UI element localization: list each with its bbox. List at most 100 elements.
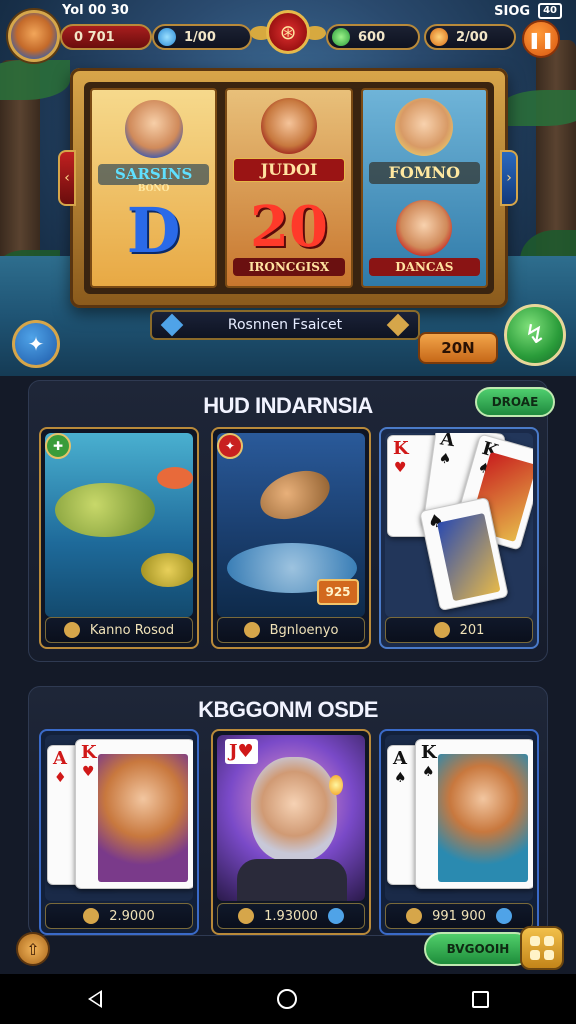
diamond-icon	[160, 313, 184, 337]
reel3-label: FOMNO	[368, 162, 480, 184]
reel1-big-symbol: D	[126, 194, 181, 267]
map-button[interactable]: ✦	[12, 320, 60, 368]
torch-flame-icon	[329, 775, 343, 795]
card-footer: Bgnloenyo	[217, 617, 365, 643]
gem-icon	[327, 908, 344, 924]
spin-button[interactable]: ↯	[504, 304, 566, 366]
gems-counter[interactable]: 1/00	[152, 24, 252, 50]
character-symbol	[396, 200, 453, 256]
coin-icon	[406, 908, 423, 924]
cash-value: 600	[358, 29, 386, 45]
grid-cell-icon	[544, 950, 554, 960]
card-footer: 2.9000	[45, 903, 193, 929]
game-card-warrior[interactable]: A ♠ K ♠ 991 900	[379, 729, 539, 935]
section1-title: HUD INDARNSIA	[203, 393, 373, 418]
up-arrow-button[interactable]: ⇧	[16, 932, 50, 966]
coin-icon	[430, 28, 448, 46]
queen-card-art: A ♦ K ♥	[45, 735, 193, 901]
jackpot-text: Rosnnen Fsaicet	[227, 317, 343, 333]
card-value: 2.9000	[109, 908, 155, 924]
coin-icon	[83, 908, 100, 924]
player-avatar[interactable]	[8, 10, 60, 62]
fish-icon	[253, 462, 337, 528]
grid-cell-icon	[530, 936, 540, 946]
coins-value: 2/00	[456, 29, 488, 45]
emblem-icon: ⊛	[266, 10, 310, 54]
home-icon[interactable]	[276, 989, 297, 1009]
card-name: Bgnloenyo	[269, 622, 339, 638]
status-time: Yol 00 30	[62, 3, 129, 18]
game-card-leaping-fish[interactable]: ✦ 925 Bgnloenyo	[211, 427, 371, 649]
slot-prev-arrow[interactable]: ‹	[58, 150, 76, 206]
character-symbol	[395, 98, 454, 156]
playing-card: K ♠	[415, 739, 533, 889]
coin-icon	[243, 622, 260, 638]
game-card-fish[interactable]: ✚ Kanno Rosod	[39, 427, 199, 649]
slot-reel-1: SARSINS BONO D	[90, 88, 218, 288]
slot-next-arrow[interactable]: ›	[500, 150, 518, 206]
leaf-decoration	[0, 60, 70, 100]
bet-button[interactable]: 20N	[418, 332, 498, 364]
reel2-big-symbol: 20	[250, 194, 328, 260]
slot-machine: SARSINS BONO D JUDOI 20 IRONCGISX FOMNO …	[70, 68, 508, 308]
cash-icon	[332, 28, 350, 46]
lives-counter[interactable]: 0 701	[60, 24, 152, 50]
card-name: 201	[459, 622, 485, 638]
grid-cell-icon	[530, 950, 540, 960]
badge-icon: ✦	[217, 433, 243, 459]
mage-card-art: J♥	[217, 735, 365, 901]
card-badge: 925	[317, 579, 359, 605]
section-hot-games: HUD INDARNSIA DROAE ✚ Kanno Rosod ✦ 925 …	[28, 380, 555, 662]
fish-icon	[55, 483, 155, 537]
fish-icon	[141, 553, 193, 587]
grid-cell-icon	[544, 936, 554, 946]
character-symbol	[260, 98, 317, 154]
recent-apps-icon[interactable]	[471, 990, 489, 1008]
poker-art: K ♥ A ♠ K ♠ ♠	[385, 433, 533, 617]
coin-icon	[63, 622, 80, 638]
gem-icon	[158, 28, 176, 46]
card-value: 1.93000	[264, 908, 318, 924]
gem-icon	[495, 908, 512, 924]
reel2-label: JUDOI	[233, 158, 345, 182]
slot-reel-3: FOMNO DANCAS	[360, 88, 488, 288]
game-card-mage[interactable]: J♥ 1.93000	[211, 729, 371, 935]
character-body	[237, 859, 347, 901]
back-icon[interactable]	[87, 990, 102, 1008]
slot-reel-2: JUDOI 20 IRONCGISX	[225, 88, 353, 288]
lives-value: 0 701	[74, 29, 115, 45]
system-nav-bar	[0, 974, 576, 1024]
jackpot-strip: Rosnnen Fsaicet	[150, 310, 420, 340]
warrior-card-art: A ♠ K ♠	[385, 735, 533, 901]
green-action-button[interactable]: BVGOOIH	[424, 932, 532, 966]
battery-icon: 40	[538, 3, 562, 19]
card-footer: Kanno Rosod	[45, 617, 193, 643]
coin-icon	[433, 622, 450, 638]
card-footer: 991 900	[385, 903, 533, 929]
reel3-bottom-label: DANCAS	[368, 258, 480, 276]
card-rank-icon: J♥	[225, 739, 258, 764]
section1-more-button[interactable]: DROAE	[475, 387, 555, 417]
leaf-decoration	[500, 90, 576, 126]
section-card-games: KBGGONM OSDE A ♦ K ♥ 2.9000 J♥ 1.93000 A ♠ …	[28, 686, 548, 936]
card-footer: 201	[385, 617, 533, 643]
signal-text: SIOG	[494, 3, 531, 19]
character-symbol	[124, 100, 183, 158]
reel2-bottom-label: IRONCGISX	[233, 258, 345, 276]
coin-icon	[238, 908, 255, 924]
playing-card: K ♥	[75, 739, 193, 889]
diamond-icon	[386, 313, 410, 337]
game-card-queen[interactable]: A ♦ K ♥ 2.9000	[39, 729, 199, 935]
character-portrait	[251, 757, 337, 861]
fish-icon	[157, 467, 193, 489]
card-footer: 1.93000	[217, 903, 365, 929]
game-emblem[interactable]: ⊛	[250, 8, 326, 60]
card-value: 991 900	[432, 908, 486, 924]
cash-counter[interactable]: 600	[326, 24, 420, 50]
coins-counter[interactable]: 2/00	[424, 24, 516, 50]
gems-value: 1/00	[184, 29, 216, 45]
menu-grid-button[interactable]	[520, 926, 564, 970]
badge-icon: ✚	[45, 433, 71, 459]
pause-button[interactable]: ❚❚	[522, 20, 560, 58]
game-card-poker[interactable]: K ♥ A ♠ K ♠ ♠ 201	[379, 427, 539, 649]
